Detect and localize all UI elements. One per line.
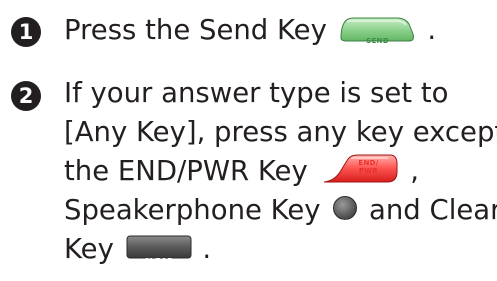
step-2-line-3: the END/PWR Key END/ PWR ,	[64, 152, 494, 191]
step-2-line-5-before: Key	[64, 233, 114, 265]
step-2-line-4-after: and Clear	[369, 194, 497, 226]
clear-key-icon: CLEAR	[126, 234, 192, 266]
step-2-line-5: Key CLEAR .	[64, 230, 494, 269]
step-2-line-3-after: ,	[410, 155, 419, 187]
step-2-line-4: Speakerphone Key SPKR and Clear	[64, 191, 497, 230]
step-2-line-3-before: the END/PWR Key	[64, 155, 308, 187]
step-number-2: 2	[11, 81, 41, 111]
step-2-line-2: [Any Key], press any key except	[64, 116, 497, 148]
step-1-text-after: .	[427, 14, 437, 46]
speakerphone-key-icon: SPKR	[332, 195, 358, 226]
step-2-line-4-before: Speakerphone Key	[64, 194, 321, 226]
send-key-icon: SEND	[339, 14, 417, 45]
step-2-text: If your answer type is set to [Any Key],…	[64, 74, 497, 269]
step-2-line-5-after: .	[202, 233, 212, 265]
end-pwr-key-icon: END/ PWR	[320, 152, 400, 186]
step-1-text: Press the Send Key SEND .	[64, 11, 494, 50]
instruction-page: 1 Press the Send Key SEND . 2 If your an…	[0, 0, 497, 266]
step-2-line-1: If your answer type is set to	[64, 77, 449, 109]
step-number-1: 1	[11, 17, 41, 47]
step-1-text-before: Press the Send Key	[64, 14, 327, 46]
